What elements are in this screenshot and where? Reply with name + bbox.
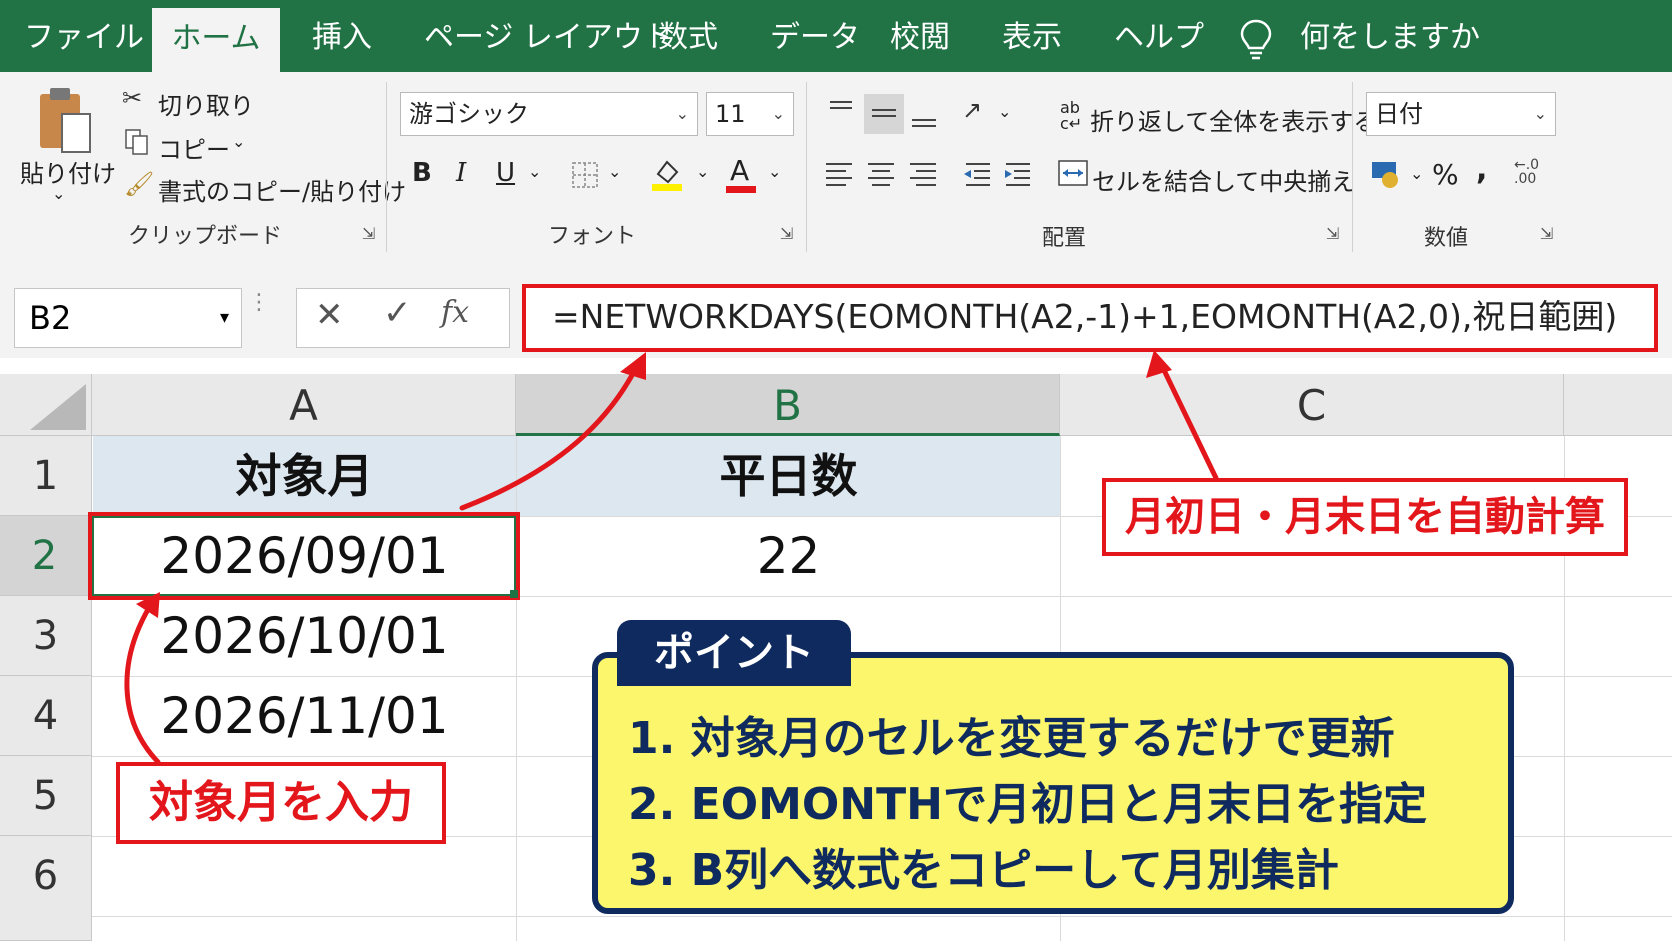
point-item-1: 1. 対象月のセルを変更するだけで更新 <box>628 713 1395 764</box>
point-item-2: 2. EOMONTHで月初日と月末日を指定 <box>628 779 1427 830</box>
callout-input-month: 対象月を入力 <box>116 762 446 844</box>
arrowhead <box>620 352 646 380</box>
arrow-callout-to-formula <box>1159 363 1219 481</box>
callout-auto-calc: 月初日・月末日を自動計算 <box>1102 478 1628 556</box>
point-box: 1. 対象月のセルを変更するだけで更新 2. EOMONTHで月初日と月末日を指… <box>592 652 1514 914</box>
arrow-input-to-a2 <box>124 603 161 765</box>
point-item-3: 3. B列へ数式をコピーして月別集計 <box>628 845 1339 896</box>
arrow-a2-to-formula <box>459 361 641 511</box>
point-title: ポイント <box>617 620 851 686</box>
